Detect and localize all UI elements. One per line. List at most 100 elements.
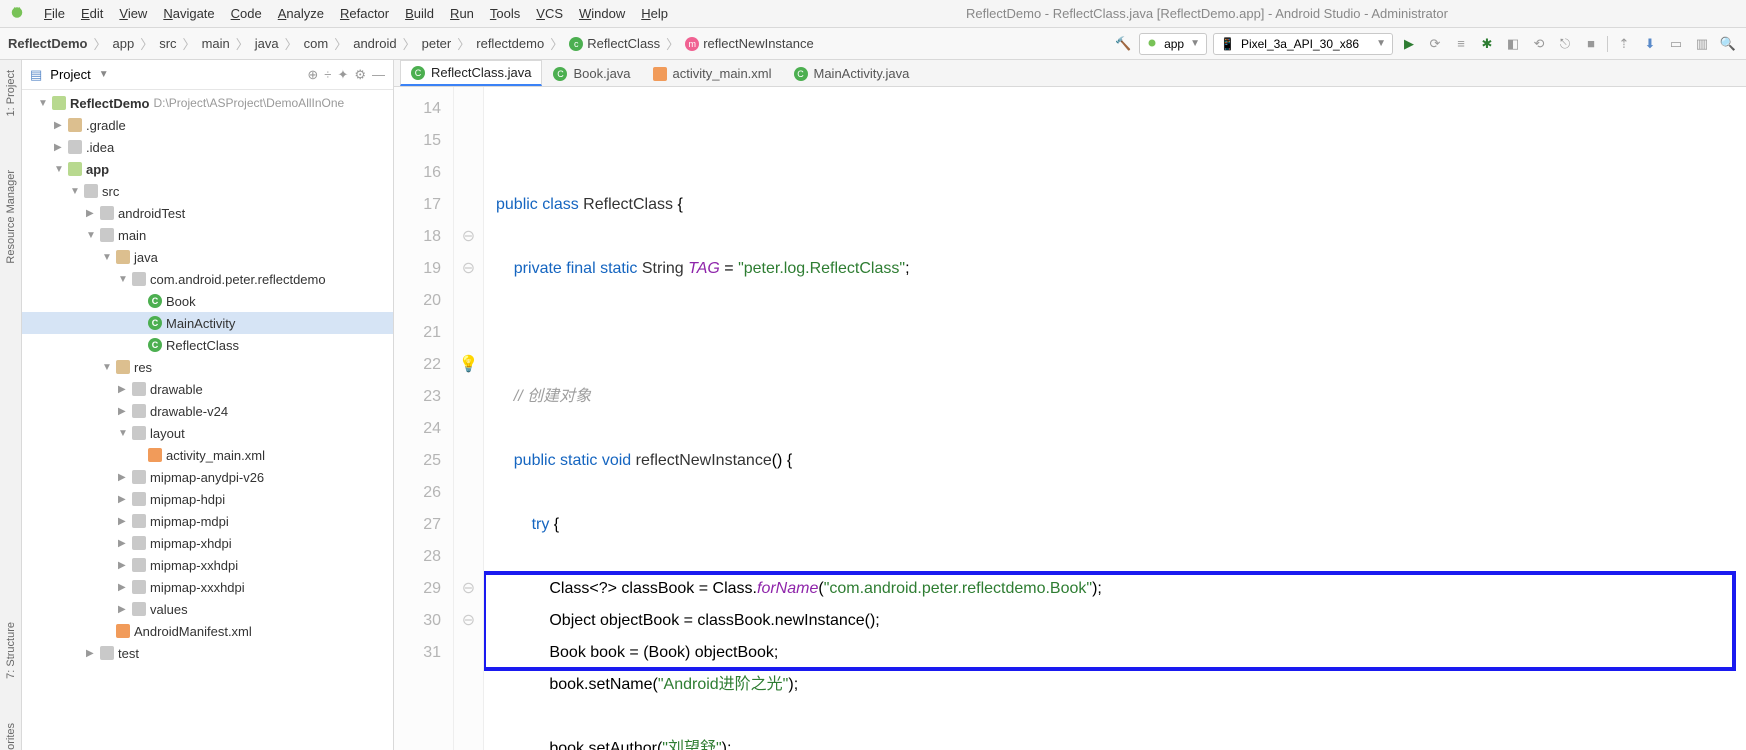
tree-item[interactable]: AndroidManifest.xml bbox=[22, 620, 393, 642]
tree-arrow-icon[interactable]: ▶ bbox=[118, 406, 128, 417]
tree-arrow-icon[interactable]: ▼ bbox=[102, 362, 112, 373]
tree-item[interactable]: ▶androidTest bbox=[22, 202, 393, 224]
breadcrumb-item[interactable]: com bbox=[304, 36, 329, 51]
git-icon[interactable]: ⇡ bbox=[1614, 34, 1634, 54]
line-number[interactable]: 16 bbox=[394, 157, 441, 189]
code-editor[interactable]: public class ReflectClass { private fina… bbox=[484, 87, 1746, 750]
tree-arrow-icon[interactable]: ▶ bbox=[118, 516, 128, 527]
tree-item[interactable]: ▼com.android.peter.reflectdemo bbox=[22, 268, 393, 290]
menu-vcs[interactable]: VCS bbox=[528, 4, 571, 23]
breadcrumb-item[interactable]: peter bbox=[422, 36, 452, 51]
tree-item[interactable]: ▶.gradle bbox=[22, 114, 393, 136]
line-number[interactable]: 18 bbox=[394, 221, 441, 253]
line-number[interactable]: 21 bbox=[394, 317, 441, 349]
breadcrumb-item[interactable]: android bbox=[353, 36, 396, 51]
tree-item[interactable]: ▶drawable-v24 bbox=[22, 400, 393, 422]
breadcrumb-item[interactable]: java bbox=[255, 36, 279, 51]
line-number[interactable]: 22 bbox=[394, 349, 441, 381]
tree-arrow-icon[interactable]: ▶ bbox=[118, 538, 128, 549]
line-number[interactable]: 26 bbox=[394, 477, 441, 509]
breadcrumb-item[interactable]: reflectNewInstance bbox=[703, 36, 814, 51]
tree-item[interactable]: ▼layout bbox=[22, 422, 393, 444]
tree-arrow-icon[interactable]: ▶ bbox=[118, 494, 128, 505]
build-icon[interactable]: 🔨 bbox=[1113, 34, 1133, 54]
tree-arrow-icon[interactable]: ▼ bbox=[38, 98, 48, 109]
breadcrumb-item[interactable]: src bbox=[159, 36, 176, 51]
tree-arrow-icon[interactable]: ▶ bbox=[54, 120, 64, 131]
tree-item[interactable]: activity_main.xml bbox=[22, 444, 393, 466]
menu-view[interactable]: View bbox=[111, 4, 155, 23]
tree-item[interactable]: ▼res bbox=[22, 356, 393, 378]
tree-item[interactable]: CBook bbox=[22, 290, 393, 312]
tree-item[interactable]: ▼ReflectDemo D:\Project\ASProject\DemoAl… bbox=[22, 92, 393, 114]
menu-edit[interactable]: Edit bbox=[73, 4, 111, 23]
menu-code[interactable]: Code bbox=[223, 4, 270, 23]
profile-icon[interactable]: ◧ bbox=[1503, 34, 1523, 54]
scroll-from-source-icon[interactable]: ÷ bbox=[324, 67, 331, 83]
menu-file[interactable]: File bbox=[36, 4, 73, 23]
run-icon[interactable]: ▶ bbox=[1399, 34, 1419, 54]
breadcrumb-item[interactable]: ReflectClass bbox=[587, 36, 660, 51]
tree-item[interactable]: ▶values bbox=[22, 598, 393, 620]
editor-tab[interactable]: activity_main.xml bbox=[642, 60, 783, 86]
tree-arrow-icon[interactable]: ▶ bbox=[118, 560, 128, 571]
menu-window[interactable]: Window bbox=[571, 4, 633, 23]
sdk-icon[interactable]: ▥ bbox=[1692, 34, 1712, 54]
breadcrumb-item[interactable]: app bbox=[112, 36, 134, 51]
tree-item[interactable]: ▼java bbox=[22, 246, 393, 268]
tool-tab-favorites[interactable]: orites bbox=[5, 723, 17, 750]
settings-gear-icon[interactable]: ⚙ bbox=[354, 67, 366, 83]
lightbulb-icon[interactable]: 💡 bbox=[454, 349, 483, 381]
line-number[interactable]: 17 bbox=[394, 189, 441, 221]
line-number[interactable]: 24 bbox=[394, 413, 441, 445]
tree-arrow-icon[interactable]: ▼ bbox=[118, 428, 128, 439]
tree-item[interactable]: ▶mipmap-anydpi-v26 bbox=[22, 466, 393, 488]
run-config-selector[interactable]: app ▼ bbox=[1139, 33, 1207, 55]
line-number[interactable]: 31 bbox=[394, 637, 441, 669]
collapse-all-icon[interactable]: ✦ bbox=[337, 67, 348, 83]
tree-arrow-icon[interactable]: ▶ bbox=[118, 472, 128, 483]
tool-tab-structure[interactable]: 7: Structure bbox=[5, 622, 17, 679]
tree-item[interactable]: ▶mipmap-xhdpi bbox=[22, 532, 393, 554]
breadcrumb-item[interactable]: main bbox=[202, 36, 230, 51]
tree-item[interactable]: ▼main bbox=[22, 224, 393, 246]
tree-arrow-icon[interactable]: ▼ bbox=[86, 230, 96, 241]
line-number[interactable]: 28 bbox=[394, 541, 441, 573]
search-icon[interactable]: 🔍 bbox=[1718, 34, 1738, 54]
avd-icon[interactable]: ▭ bbox=[1666, 34, 1686, 54]
tree-item[interactable]: ▼src bbox=[22, 180, 393, 202]
tree-arrow-icon[interactable]: ▶ bbox=[54, 142, 64, 153]
editor-tab[interactable]: CReflectClass.java bbox=[400, 60, 542, 86]
apply-changes-icon[interactable]: ⟳ bbox=[1425, 34, 1445, 54]
tool-tab-resource-manager[interactable]: Resource Manager bbox=[5, 170, 17, 264]
menu-analyze[interactable]: Analyze bbox=[270, 4, 332, 23]
menu-build[interactable]: Build bbox=[397, 4, 442, 23]
tree-item[interactable]: ▶mipmap-xxhdpi bbox=[22, 554, 393, 576]
line-number[interactable]: 19 bbox=[394, 253, 441, 285]
tree-arrow-icon[interactable]: ▶ bbox=[86, 648, 96, 659]
tree-item[interactable]: CMainActivity bbox=[22, 312, 393, 334]
tree-item[interactable]: ▼app bbox=[22, 158, 393, 180]
line-number[interactable]: 15 bbox=[394, 125, 441, 157]
line-number[interactable]: 30 bbox=[394, 605, 441, 637]
debug-icon[interactable]: ≡ bbox=[1451, 34, 1471, 54]
stop-icon[interactable]: ■ bbox=[1581, 34, 1601, 54]
menu-help[interactable]: Help bbox=[633, 4, 676, 23]
tree-arrow-icon[interactable]: ▶ bbox=[118, 384, 128, 395]
breadcrumb[interactable]: ReflectDemo〉app〉src〉main〉java〉com〉androi… bbox=[8, 34, 814, 53]
line-number-gutter[interactable]: 141516171819202122232425262728293031 bbox=[394, 87, 454, 750]
tree-item[interactable]: ▶mipmap-mdpi bbox=[22, 510, 393, 532]
tree-item[interactable]: ▶drawable bbox=[22, 378, 393, 400]
tree-item[interactable]: ▶mipmap-xxxhdpi bbox=[22, 576, 393, 598]
menu-refactor[interactable]: Refactor bbox=[332, 4, 397, 23]
hide-icon[interactable]: — bbox=[372, 67, 385, 83]
tree-arrow-icon[interactable]: ▶ bbox=[86, 208, 96, 219]
menu-navigate[interactable]: Navigate bbox=[155, 4, 222, 23]
project-tree[interactable]: ▼ReflectDemo D:\Project\ASProject\DemoAl… bbox=[22, 90, 393, 750]
line-number[interactable]: 23 bbox=[394, 381, 441, 413]
tree-arrow-icon[interactable]: ▶ bbox=[118, 604, 128, 615]
editor-tab[interactable]: CMainActivity.java bbox=[783, 60, 921, 86]
tree-arrow-icon[interactable]: ▼ bbox=[118, 274, 128, 285]
device-selector[interactable]: 📱 Pixel_3a_API_30_x86 ▼ bbox=[1213, 33, 1393, 55]
tree-item[interactable]: ▶.idea bbox=[22, 136, 393, 158]
